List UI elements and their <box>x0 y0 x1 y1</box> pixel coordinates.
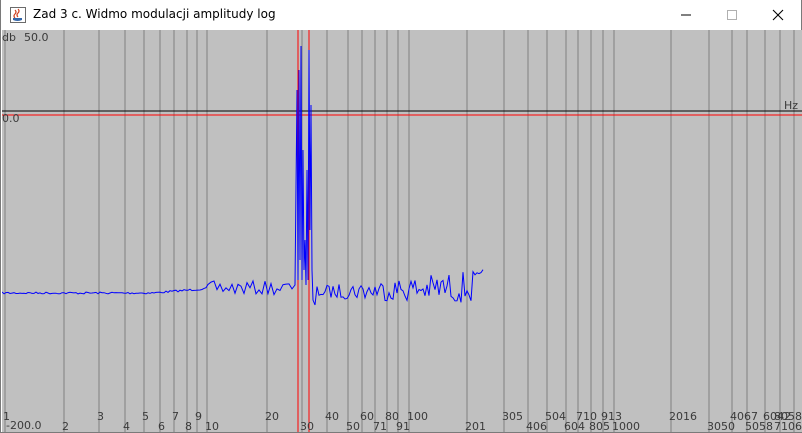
minimize-icon <box>681 14 691 16</box>
x-tick-label: 100 <box>407 410 428 423</box>
x-tick-label: 504 <box>545 410 566 423</box>
x-tick-label: 2 <box>62 420 69 433</box>
x-tick-label: 8058 <box>774 410 802 423</box>
window-title: Zad 3 c. Widmo modulacji amplitudy log <box>33 7 276 21</box>
x-tick-label: 305 <box>502 410 523 423</box>
x-tick-label: 1 <box>3 410 10 423</box>
x-tick-label: 50 <box>346 420 360 433</box>
y-max-label: 50.0 <box>24 31 49 44</box>
x-tick-label: 40 <box>325 410 339 423</box>
java-app-icon <box>10 7 26 23</box>
x-tick-label: 2016 <box>669 410 697 423</box>
x-tick-label: 8 <box>185 420 192 433</box>
x-tick-label: 10 <box>205 420 219 433</box>
spectrum-signal-line <box>2 45 484 306</box>
x-tick-label: 20 <box>265 410 279 423</box>
x-tick-label: 5 <box>142 410 149 423</box>
x-tick-label: 30 <box>300 420 314 433</box>
y-unit-label: db <box>2 31 16 44</box>
close-icon <box>772 9 784 21</box>
minimize-button[interactable] <box>663 0 709 30</box>
x-tick-label: 6 <box>158 420 165 433</box>
spectrum-plot[interactable]: db 50.0 0.0 Hz -200.0 1 2 3 4 5 6 7 8 9 10 20 30 40 5… <box>2 30 802 432</box>
close-button[interactable] <box>755 0 801 30</box>
title-bar[interactable]: Zad 3 c. Widmo modulacji amplitudy log <box>1 0 801 30</box>
x-tick-label: 9 <box>195 410 202 423</box>
y-min-label: -200.0 <box>6 419 42 432</box>
x-tick-label: 406 <box>526 420 547 433</box>
app-window: Zad 3 c. Widmo modulacji amplitudy log d… <box>0 0 802 433</box>
maximize-icon <box>727 10 737 20</box>
x-tick-label: 1000 <box>612 420 640 433</box>
y-zero-label: 0.0 <box>2 112 20 125</box>
spectrum-plot-svg <box>2 30 802 432</box>
maximize-button[interactable] <box>709 0 755 30</box>
grid-lines <box>4 30 795 432</box>
x-tick-label: 4 <box>123 420 130 433</box>
x-tick-label: 60 <box>360 410 374 423</box>
x-tick-label: 7 <box>172 410 179 423</box>
x-tick-label: 201 <box>465 420 486 433</box>
x-unit-label: Hz <box>784 99 799 112</box>
x-tick-label: 3 <box>97 410 104 423</box>
